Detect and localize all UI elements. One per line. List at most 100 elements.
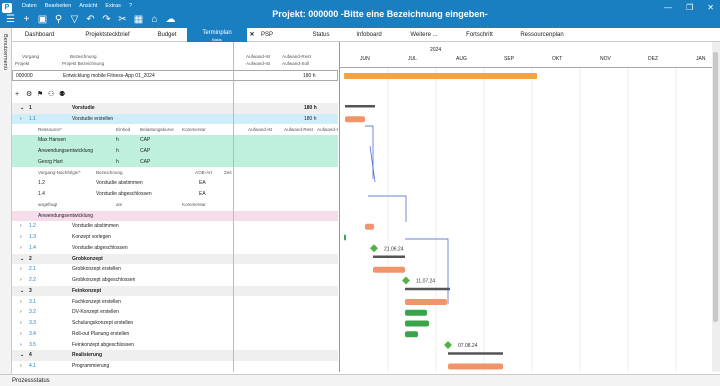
phase-bar[interactable] (448, 352, 503, 355)
tab-terminplan[interactable]: Terminplan Basis (187, 28, 247, 42)
nach-name: Vorstudie abgeschlossen (96, 191, 152, 197)
expand-icon[interactable]: › (20, 264, 22, 275)
minimize-icon[interactable]: — (664, 3, 672, 12)
close-icon[interactable]: ✕ (707, 3, 714, 12)
expand-icon[interactable]: › (20, 318, 22, 329)
tab-weitere[interactable]: Weitere ... (404, 28, 444, 42)
task-row[interactable]: › 3.1 Fachkonzept erstellen (12, 297, 338, 308)
task-row[interactable]: › 1.3 Konzept vorlegen (12, 232, 338, 243)
task-bar-green[interactable] (405, 320, 429, 327)
task-row[interactable]: › 3.5 Feinkonzept abgeschlossen (12, 340, 338, 351)
project-name[interactable]: Entwicklung mobile Fitness-App 01_2024 (63, 71, 155, 82)
res-kurve: CAP (140, 137, 151, 144)
phase-bar[interactable] (345, 105, 375, 108)
phase-row[interactable]: ⌄ 2 Grobkonzept (12, 253, 338, 265)
people-icon[interactable]: ⚇ (48, 90, 54, 101)
expand-icon[interactable]: › (20, 243, 22, 254)
task-name: Programmierung (72, 363, 110, 369)
phase-bar[interactable] (405, 287, 450, 291)
task-row[interactable]: › 4.1 Programmierung (12, 361, 338, 372)
expand-icon[interactable]: › (20, 340, 22, 351)
title-bar: P Daten Bearbeiten Ansicht Extras ? ☰ + … (0, 0, 720, 28)
scrollbar-thumb[interactable] (713, 52, 718, 322)
tab-infoboard[interactable]: Infoboard (349, 28, 389, 42)
expand-icon[interactable]: › (20, 307, 22, 318)
anf-col-header: angefragt (38, 201, 58, 207)
task-row[interactable]: › 3.3 Schulungskonzept erstellen (12, 318, 338, 329)
expand-icon[interactable]: ⌄ (20, 350, 24, 361)
task-nr: 2 (29, 255, 32, 262)
window-title: Projekt: 000000 -Bitte eine Bezeichnung … (272, 9, 488, 19)
task-bar-green[interactable] (405, 331, 418, 338)
task-nr: 4.1 (29, 363, 36, 369)
group-icon[interactable]: ⚉ (59, 90, 65, 101)
task-bar[interactable] (448, 363, 503, 370)
phase-row[interactable]: ⌄ 1 Vorstudie 180 h (12, 103, 338, 114)
task-row[interactable]: › 2.2 Grobkonzept abgeschlossen (12, 275, 338, 286)
task-bar-green[interactable] (344, 234, 346, 241)
expand-icon[interactable]: › (20, 232, 22, 243)
nachhdr-row[interactable]: Vorgang-Nachfolger* Bezeichnung AOB-Art Zei… (12, 168, 338, 179)
tab-budget[interactable]: Budget (147, 28, 187, 42)
tab-ressourcenplan[interactable]: Ressourcenplan (512, 28, 572, 42)
tab-fortschritt[interactable]: Fortschritt (457, 28, 502, 42)
task-nr: 2.1 (29, 266, 36, 273)
col-aufwand-soll: Aufwand-Soll (282, 61, 310, 66)
side-menu[interactable]: Benutzermenü (0, 28, 12, 374)
expand-icon[interactable]: ⌄ (20, 286, 24, 297)
add-row-icon[interactable]: + (15, 90, 19, 101)
res-col-header: Aufwand-Ist (248, 126, 273, 132)
tab-projektsteckbrief[interactable]: Projektsteckbrief (70, 28, 145, 42)
expand-icon[interactable]: › (20, 361, 22, 372)
res-row[interactable]: Max HansenhCAP50 h (12, 135, 338, 146)
nach-col-header: Bezeichnung (96, 169, 123, 175)
expand-icon[interactable]: › (20, 114, 22, 125)
phase-row[interactable]: ⌄ 4 Realisierung (12, 350, 338, 361)
process-status[interactable]: Prozessstatus (12, 378, 50, 384)
maximize-icon[interactable]: ❐ (686, 3, 693, 12)
nach-col-header: Zeit (224, 169, 232, 175)
task-bar[interactable] (405, 299, 447, 305)
expand-icon[interactable]: › (20, 329, 22, 340)
project-row[interactable]: 000000 Entwicklung mobile Fitness-App 01… (12, 70, 338, 81)
task-name: Feinkonzept (72, 287, 102, 294)
expand-icon[interactable]: › (20, 297, 22, 308)
task-row[interactable]: › 3.2 DV-Konzept erstellen (12, 307, 338, 318)
res-col-header: Belastungskurve (140, 126, 174, 132)
milestone-date: 11.07.24 (416, 279, 435, 285)
phase-bar[interactable] (373, 255, 405, 259)
task-row[interactable]: › 1.2 Vorstudie abstimmen (12, 221, 338, 232)
task-nr: 3.4 (29, 330, 36, 337)
nach-row[interactable]: 1.2 Vorstudie abstimmen EA (12, 178, 338, 189)
task-row[interactable]: › 1.4 Vorstudie abgeschlossen (12, 243, 338, 254)
anf-row[interactable]: Anwendungsentwicklung100 h (12, 210, 338, 222)
task-row[interactable]: › 1.1 Vorstudie erstellen 180 h (12, 113, 338, 125)
task-grid: Vorgang Bezeichnung Aufwand-Ist Aufwand-… (12, 42, 338, 372)
tab-psp[interactable]: PSP (252, 28, 282, 42)
task-bar-green[interactable] (405, 309, 427, 316)
expand-icon[interactable]: ⌄ (20, 103, 24, 114)
nach-art: EA (199, 191, 206, 197)
res-row[interactable]: AnwendungsentwicklunghCAP100 h (12, 146, 338, 157)
pin-icon[interactable]: ⚑ (37, 90, 43, 101)
task-nr: 3 (29, 287, 32, 294)
task-bar[interactable] (345, 116, 365, 123)
expand-icon[interactable]: ⌄ (20, 254, 24, 265)
vertical-scrollbar[interactable] (712, 42, 720, 372)
settings-icon[interactable]: ⚙ (26, 90, 32, 101)
res-col-header: Aufwand-Soll (317, 126, 338, 132)
task-bar[interactable] (373, 266, 405, 273)
reshdr-row[interactable]: Ressource* Einheit Belastungskurve Kommenta… (12, 125, 338, 136)
task-bar[interactable] (365, 223, 374, 230)
res-row[interactable]: Georg HarthCAP30 h (12, 156, 338, 168)
phase-row[interactable]: ⌄ 3 Feinkonzept (12, 285, 338, 297)
expand-icon[interactable]: › (20, 275, 22, 286)
tab-dashboard[interactable]: Dashboard (12, 28, 67, 42)
task-row[interactable]: › 2.1 Grobkonzept erstellen (12, 264, 338, 275)
task-row[interactable]: › 3.4 Roll-out Planung erstellen (12, 329, 338, 340)
anfhdr-row[interactable]: angefragt am Kommentar (12, 200, 338, 211)
project-bar[interactable] (344, 73, 537, 79)
tab-status[interactable]: Status (306, 28, 336, 42)
nach-row[interactable]: 1.4 Vorstudie abgeschlossen EA (12, 189, 338, 200)
expand-icon[interactable]: › (20, 221, 22, 232)
